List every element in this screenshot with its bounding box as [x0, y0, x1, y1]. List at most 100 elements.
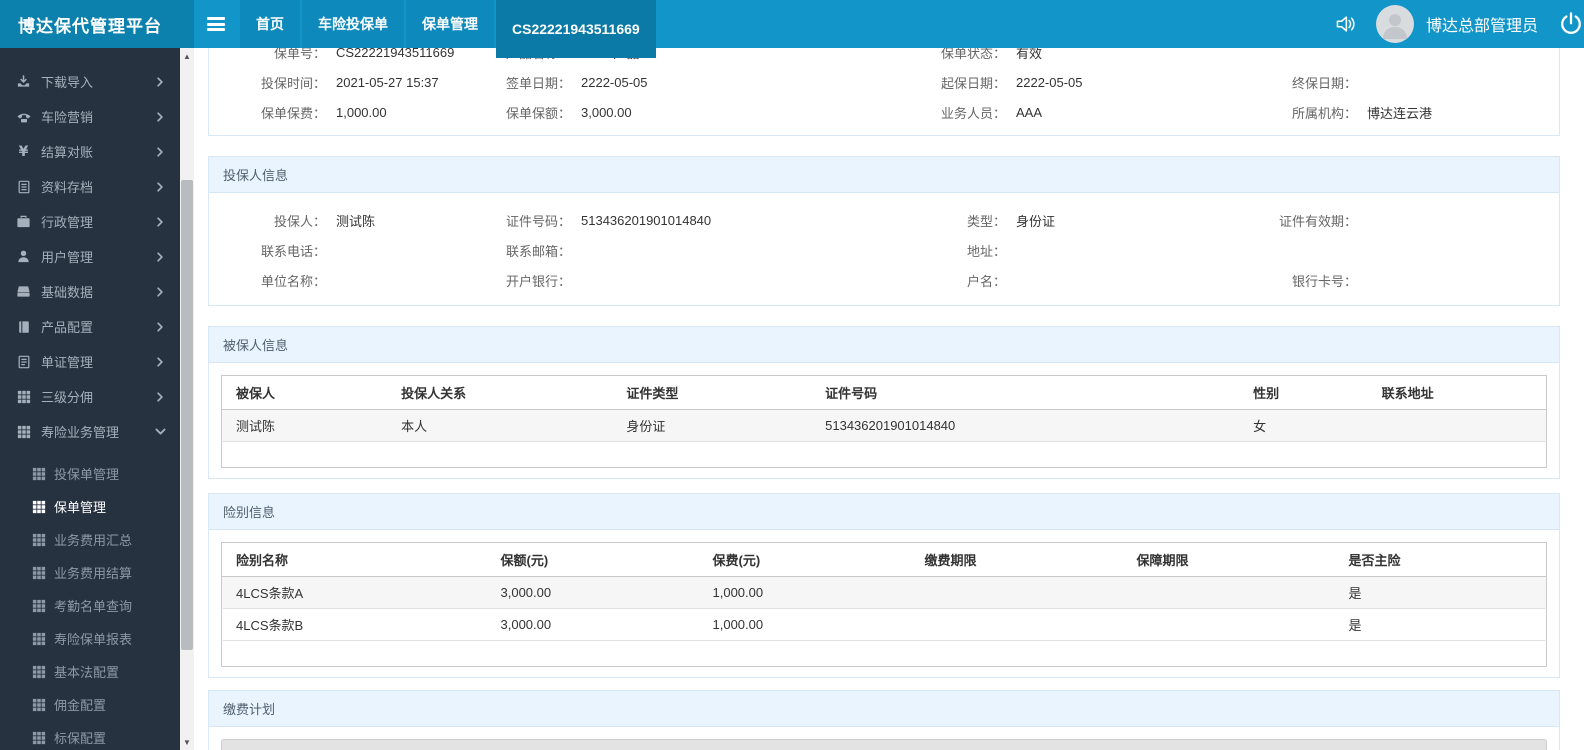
coverage-card: 险别信息 险别名称 保额(元) 保费(元) 缴费期限 保障期限 是否主险 4LCS条款A 3,… [208, 493, 1560, 678]
sidebar-subitem[interactable]: 寿险保单报表 [0, 622, 180, 655]
app-logo: 博达保代管理平台 [0, 0, 194, 48]
chevron-right-icon [154, 391, 166, 402]
table-header-row: 被保人 投保人关系 证件类型 证件号码 性别 联系地址 [221, 375, 1547, 410]
table-header-row: 险别名称 保额(元) 保费(元) 缴费期限 保障期限 是否主险 [221, 542, 1547, 577]
sidebar-item[interactable]: 用户管理 [0, 239, 180, 274]
database-icon [15, 283, 32, 300]
chevron-right-icon [154, 216, 166, 227]
top-navbar: 博达保代管理平台 首页 车险投保单 保单管理 CS22221943511669 博达总… [0, 0, 1584, 58]
sidebar-submenu: 投保单管理 保单管理 业务费用汇总 业务费用结算 考勤名单查询 寿险保单报表 基本法配置 佣金… [0, 449, 180, 750]
chevron-right-icon [154, 251, 166, 262]
sidebar-subitem[interactable]: 佣金配置 [0, 688, 180, 721]
user-icon [15, 248, 32, 265]
policy-summary-card: 保单号：CS22221943511669产品名称：4LCS产品保单状态：有效投保… [208, 48, 1560, 136]
chevron-right-icon [154, 286, 166, 297]
info-field: 银行卡号： [1291, 273, 1357, 289]
insured-section-title: 被保人信息 [209, 327, 1559, 363]
applicant-body: 投保人： 测试陈 证件号码： 513436201901014840 类型： 身份证 证件有效… [209, 193, 1559, 305]
info-field: 保单号： CS22221943511669 [273, 48, 455, 61]
sidebar-scrollbar[interactable]: ▲ ▼ [180, 48, 194, 750]
menu-icon[interactable] [194, 0, 238, 48]
info-field: 开户银行： [505, 273, 571, 289]
info-field: 证件有效期： [1278, 213, 1357, 229]
sidebar-item[interactable]: 产品配置 [0, 309, 180, 344]
chevron-right-icon [154, 321, 166, 332]
info-row: 保单保费： 1,000.00 保单保额： 3,000.00 业务人员： AAA 所属机构：博… [221, 97, 1547, 127]
sidebar-subitem[interactable]: 考勤名单查询 [0, 589, 180, 622]
nav-tab-1[interactable]: 首页 [240, 0, 300, 48]
chevron-down-icon [154, 426, 166, 437]
info-field: 保单保额： 3,000.00 [505, 104, 632, 121]
info-row: 联系电话： 联系邮箱： 地址： [221, 235, 1547, 265]
scrollbar-down-arrow[interactable]: ▼ [180, 734, 194, 750]
coverage-section-title: 险别信息 [209, 494, 1559, 530]
insured-card: 被保人信息 被保人 投保人关系 证件类型 证件号码 性别 联系地址 测试陈 本人 身份证 5134… [208, 326, 1560, 479]
archive-icon [15, 178, 32, 195]
scrollbar-thumb[interactable] [181, 180, 193, 650]
sidebar-item[interactable]: 单证管理 [0, 344, 180, 379]
sidebar-item[interactable]: 下载导入 [0, 64, 180, 99]
user-name[interactable]: 博达总部管理员 [1426, 12, 1538, 36]
table-empty-row [221, 640, 1547, 667]
navbar-right: 博达总部管理员 [1328, 0, 1584, 48]
grid-icon [31, 532, 46, 547]
insured-table: 被保人 投保人关系 证件类型 证件号码 性别 联系地址 测试陈 本人 身份证 5134362019… [221, 375, 1547, 468]
payment-plan-section-title: 缴费计划 [209, 691, 1559, 727]
sidebar-subitem[interactable]: 基本法配置 [0, 655, 180, 688]
grid-icon [15, 423, 32, 440]
sidebar-item[interactable]: 三级分佣 [0, 379, 180, 414]
info-field: 联系邮箱： [505, 243, 571, 259]
info-field: 保单保费： 1,000.00 [260, 104, 387, 121]
sidebar-item[interactable]: 行政管理 [0, 204, 180, 239]
info-row: 投保时间： 2021-05-27 15:37 签单日期： 2222-05-05 起保日期… [221, 67, 1547, 97]
menu-icon-bars [207, 15, 225, 34]
sidebar-subitem[interactable]: 标保配置 [0, 721, 180, 750]
scrollbar-up-arrow[interactable]: ▲ [180, 48, 194, 64]
applicant-section-title: 投保人信息 [209, 157, 1559, 193]
briefcase-icon [15, 213, 32, 230]
payment-plan-card: 缴费计划 [208, 690, 1560, 750]
sidebar-item[interactable]: 资料存档 [0, 169, 180, 204]
applicant-card: 投保人信息 投保人： 测试陈 证件号码： 513436201901014840 类型：身… [208, 156, 1560, 306]
chevron-right-icon [154, 181, 166, 192]
nav-tab-3[interactable]: 保单管理 [406, 0, 494, 48]
coverage-table: 险别名称 保额(元) 保费(元) 缴费期限 保障期限 是否主险 4LCS条款A 3,000.0… [221, 542, 1547, 667]
download-icon [15, 73, 32, 90]
list-icon [15, 353, 32, 370]
main-content: 保单号：CS22221943511669产品名称：4LCS产品保单状态：有效投保… [194, 48, 1584, 750]
power-icon[interactable] [1554, 11, 1584, 37]
nav-tab-2[interactable]: 车险投保单 [302, 0, 404, 48]
sidebar-item[interactable]: ¥ 结算对账 [0, 134, 180, 169]
user-avatar[interactable] [1375, 5, 1414, 43]
nav-tab-4[interactable]: CS22221943511669 [496, 0, 656, 58]
info-field: 终保日期： [1291, 75, 1357, 91]
sidebar-subitem[interactable]: 投保单管理 [0, 457, 180, 490]
grid-icon [31, 598, 46, 613]
sidebar-menu: 下载导入 车险营销 ¥ 结算对账 资料存档 行政管理 用户管理 基础数据 产品配置 单证管理 三级分… [0, 48, 180, 750]
info-field: 户名： [966, 273, 1006, 289]
grid-icon [31, 697, 46, 712]
chevron-right-icon [154, 76, 166, 87]
chevron-right-icon [154, 111, 166, 122]
info-field: 投保人： 测试陈 [273, 213, 376, 229]
chevron-right-icon [154, 146, 166, 157]
sidebar-subitem[interactable]: 业务费用结算 [0, 556, 180, 589]
nav-tabs: 首页 车险投保单 保单管理 CS22221943511669 [238, 0, 656, 58]
info-field: 投保时间： 2021-05-27 15:37 [260, 74, 439, 91]
sidebar: 下载导入 车险营销 ¥ 结算对账 资料存档 行政管理 用户管理 基础数据 产品配置 单证管理 三级分… [0, 48, 180, 750]
table-row: 测试陈 本人 身份证 513436201901014840 女 [221, 409, 1547, 442]
info-field: 联系电话： [260, 243, 326, 259]
sidebar-item[interactable]: 寿险业务管理 [0, 414, 180, 449]
sidebar-item[interactable]: 车险营销 [0, 99, 180, 134]
sidebar-subitem[interactable]: 业务费用汇总 [0, 523, 180, 556]
speaker-icon[interactable] [1328, 13, 1362, 35]
chevron-right-icon [154, 356, 166, 367]
table-empty-row [221, 441, 1547, 468]
phone-icon [15, 108, 32, 125]
sidebar-subitem[interactable]: 保单管理 [0, 490, 180, 523]
grid-icon [31, 466, 46, 481]
info-field: 起保日期： 2222-05-05 [940, 74, 1083, 91]
info-field: 签单日期： 2222-05-05 [505, 74, 648, 91]
grid-icon [31, 499, 46, 514]
sidebar-item[interactable]: 基础数据 [0, 274, 180, 309]
